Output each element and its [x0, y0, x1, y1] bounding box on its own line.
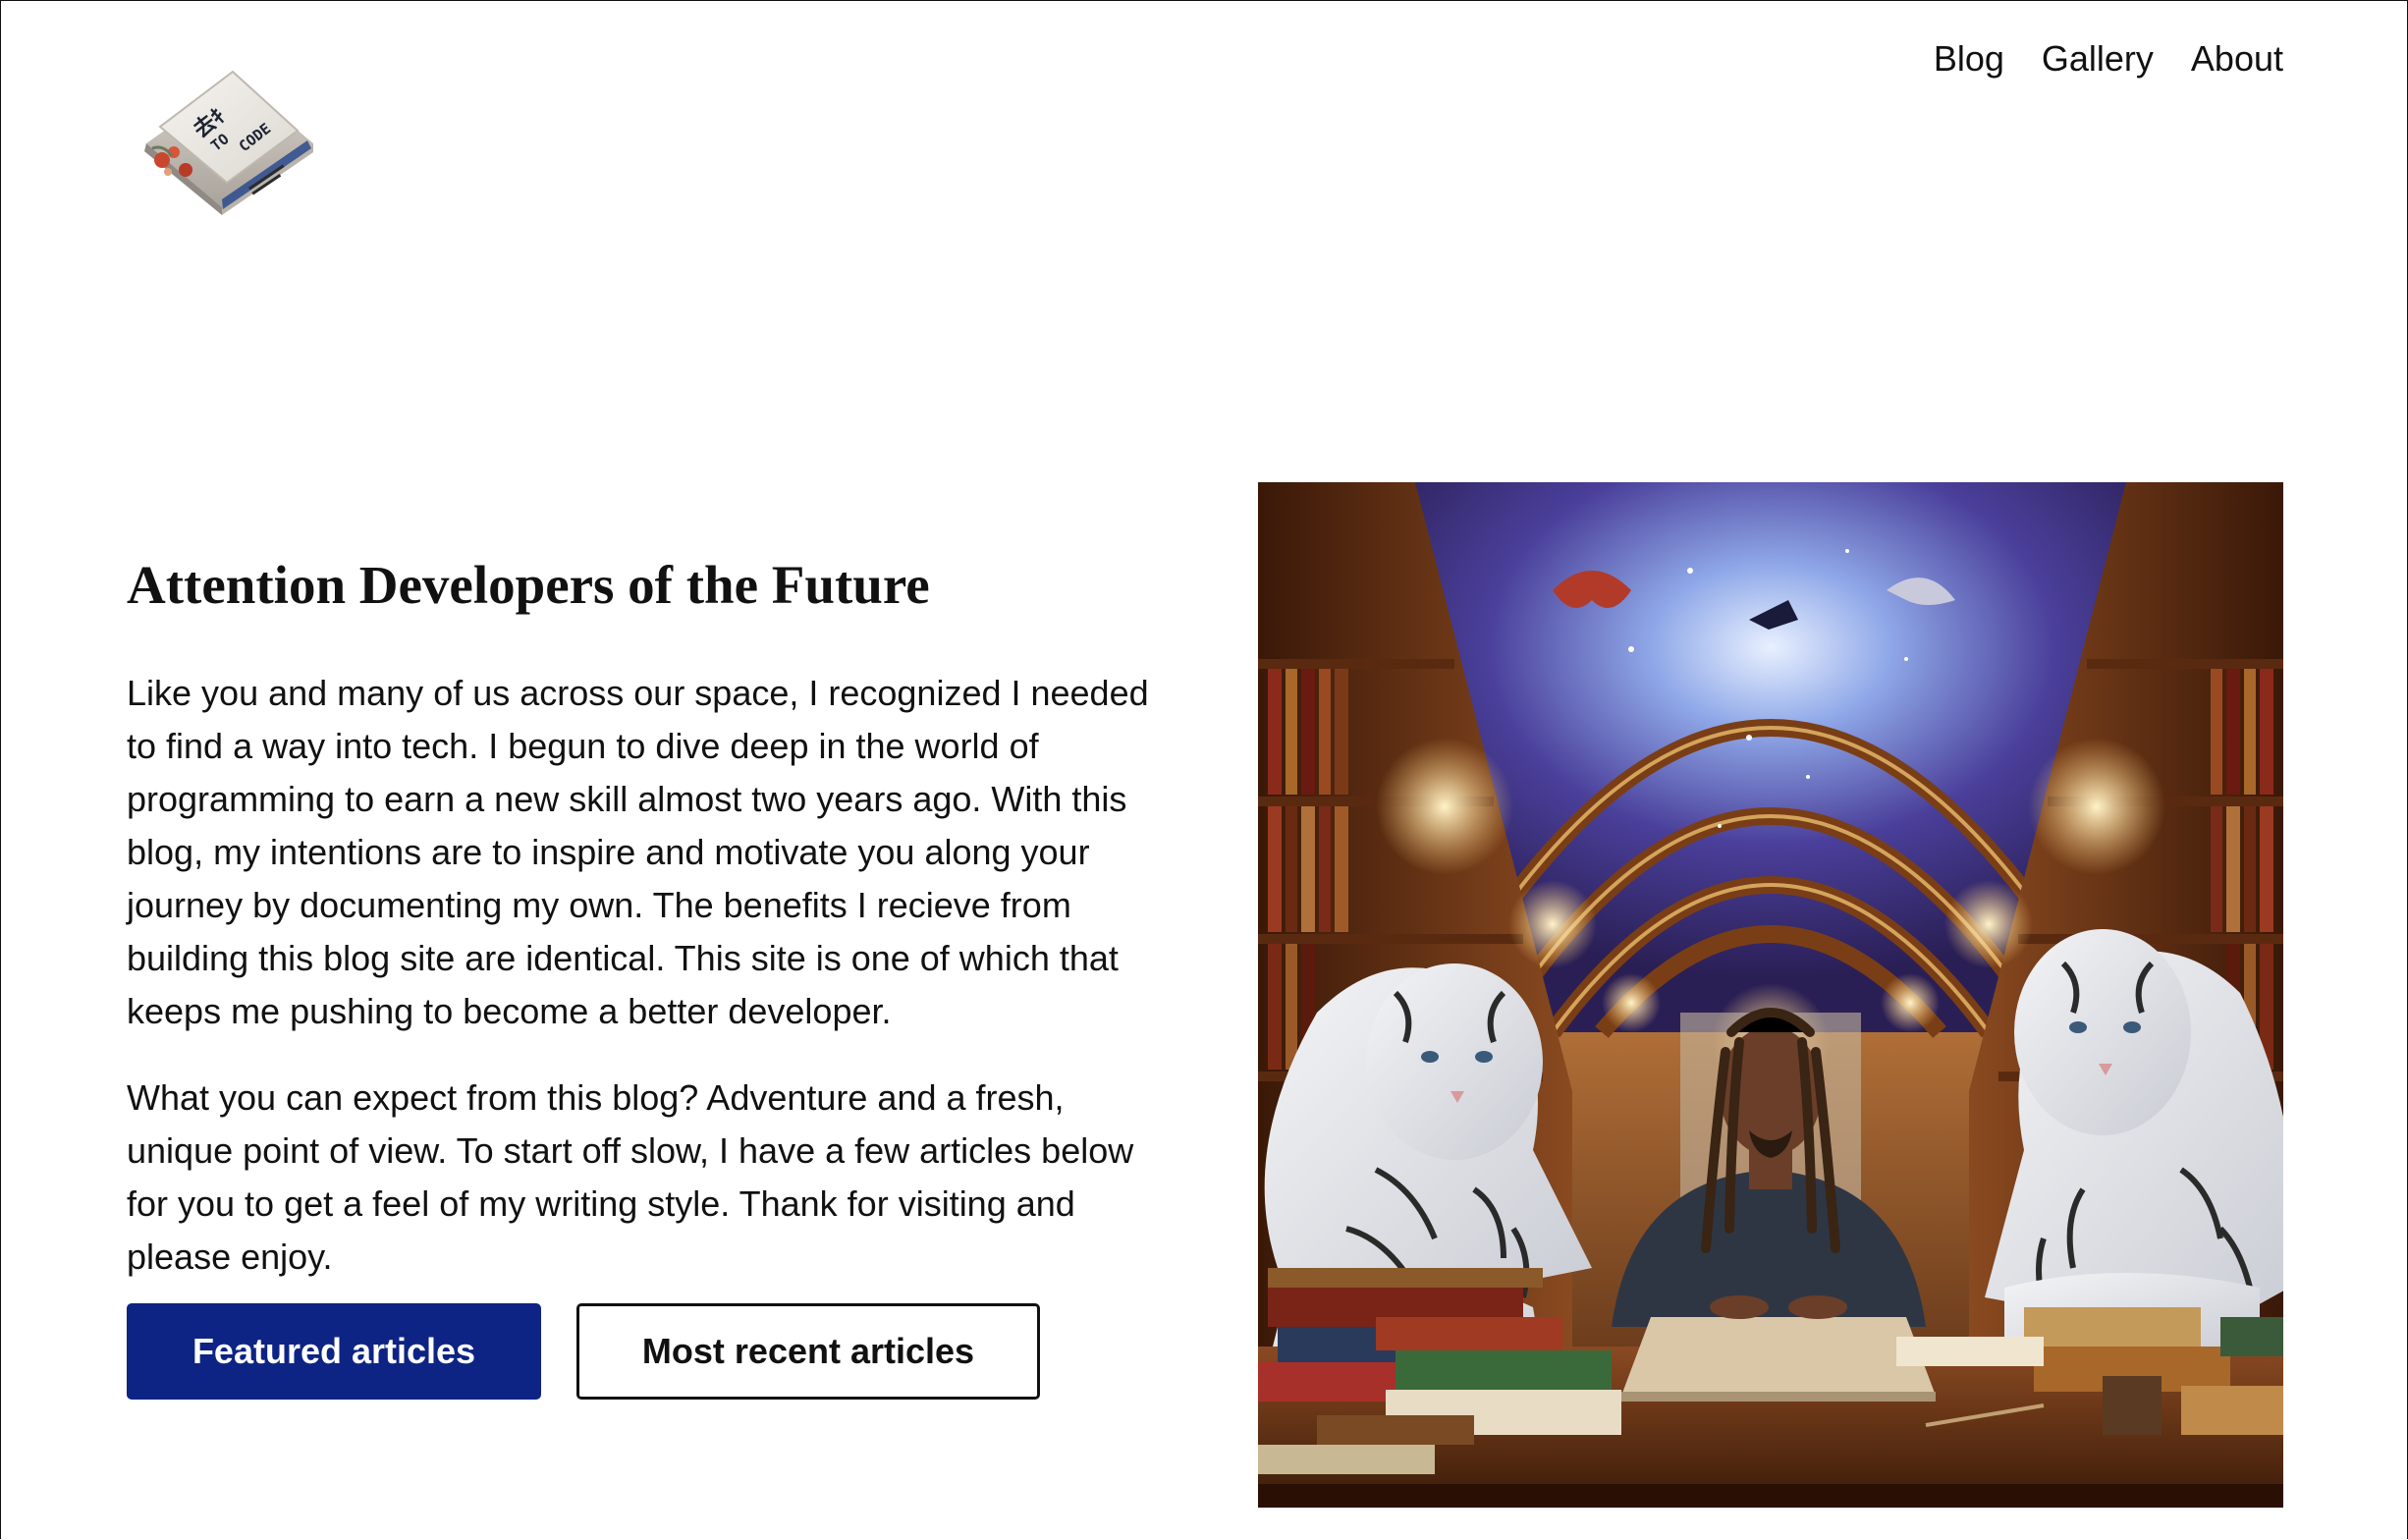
- hero-paragraph-expect: What you can expect from this blog? Adve…: [127, 1077, 1134, 1277]
- nav-link-gallery[interactable]: Gallery: [2042, 38, 2154, 80]
- hero-section: Attention Developers of the Future Like …: [127, 547, 1168, 1317]
- main-nav: Blog Gallery About: [1934, 38, 2283, 80]
- hero-title: Attention Developers of the Future: [127, 555, 930, 615]
- hero-paragraph-intro: Like you and many of us across our space…: [127, 673, 1149, 1031]
- page: 去ｷ TO CODE Blog Gallery About Attention …: [0, 0, 2408, 1539]
- hero-buttons: Featured articles Most recent articles: [127, 1303, 1040, 1400]
- nav-link-blog[interactable]: Blog: [1934, 38, 2004, 80]
- most-recent-articles-button[interactable]: Most recent articles: [576, 1303, 1040, 1400]
- hero-library-image: [1258, 482, 2283, 1508]
- nav-link-about[interactable]: About: [2191, 38, 2283, 80]
- featured-articles-button[interactable]: Featured articles: [127, 1303, 541, 1400]
- site-logo-icon[interactable]: 去ｷ TO CODE: [138, 50, 315, 217]
